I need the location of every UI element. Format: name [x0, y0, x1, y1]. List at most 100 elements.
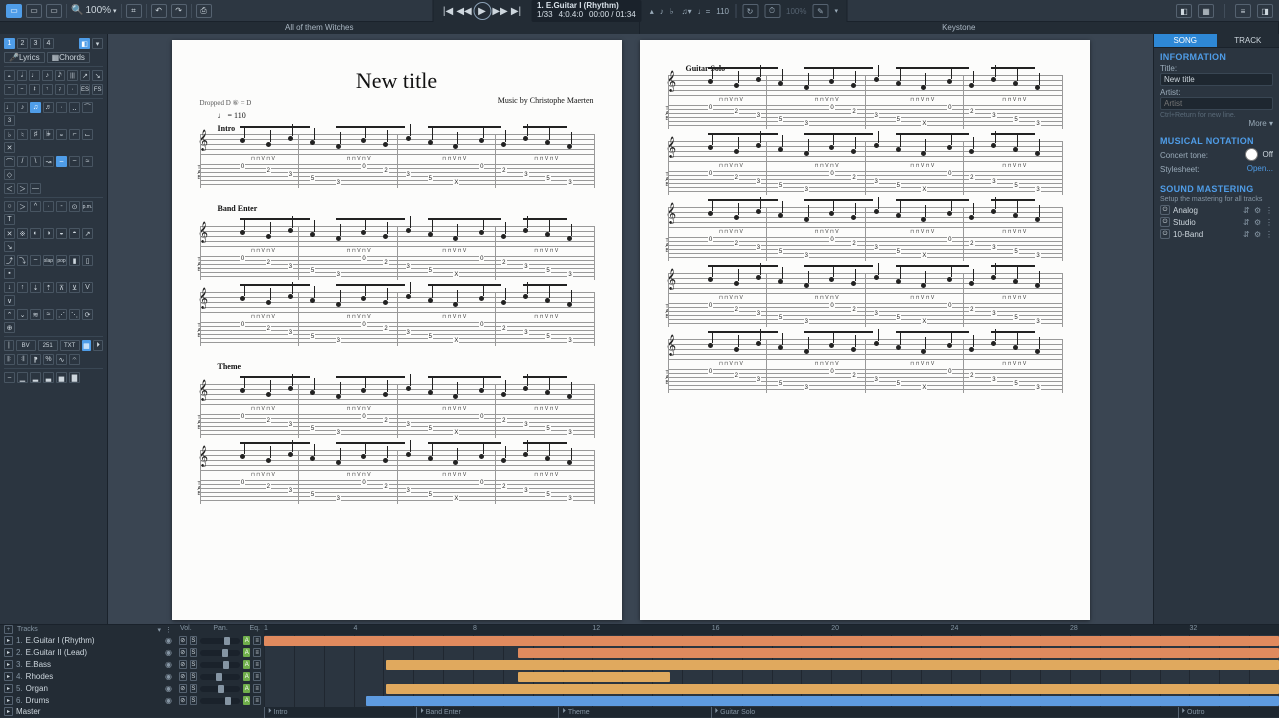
fx-accent[interactable]: ＞ — [17, 201, 28, 212]
clip[interactable] — [386, 660, 1279, 670]
tab-song[interactable]: SONG — [1154, 34, 1217, 48]
dyn-bars-2[interactable]: ▂ — [30, 372, 41, 383]
staff-system[interactable]: 𝄞TAB023530235X02353⊓ ⊓ V ⊓ V⊓ ⊓ V ⊓ V⊓ ⊓… — [200, 384, 594, 438]
swap-icon[interactable]: ⇵ — [1243, 218, 1251, 227]
fx-row4-g[interactable]: V — [82, 282, 93, 293]
fx-row5-g[interactable]: ⟳ — [82, 309, 93, 320]
more-icon[interactable]: ⋮ — [1265, 218, 1273, 227]
chords-button[interactable]: ▦Chords — [47, 52, 90, 63]
tool-bend[interactable]: ↝ — [43, 156, 54, 167]
fx-x2[interactable]: ※ — [17, 228, 28, 239]
visibility-icon[interactable]: ◉ — [165, 684, 172, 693]
track-lane[interactable] — [264, 695, 1279, 707]
page-tab-1[interactable]: 1 — [4, 38, 15, 49]
section-marker[interactable]: ⏵Band Enter — [416, 707, 461, 718]
master-icon[interactable]: ▸ — [4, 707, 13, 716]
key-icon[interactable]: ♭ — [670, 7, 674, 16]
fx-row5-b[interactable]: ⌄ — [17, 309, 28, 320]
keyboard-button[interactable]: ▦ — [1198, 4, 1214, 18]
rpt-tool-a[interactable]: 𝄆 — [4, 354, 15, 365]
tab-track[interactable]: TRACK — [1217, 34, 1279, 48]
tool-rest-2[interactable]: 𝄼 — [17, 84, 28, 95]
fx-row3-a[interactable]: ⤴ — [4, 255, 15, 266]
acc-dblflat[interactable]: 𝄫 — [43, 129, 54, 140]
solo-button[interactable]: S — [190, 648, 198, 657]
tool-rest-16[interactable]: 𝄿 — [55, 84, 66, 95]
solo-button[interactable]: S — [190, 672, 198, 681]
staff-system[interactable]: 𝄞TAB023530235X02353⊓ ⊓ V ⊓ V⊓ ⊓ V ⊓ V⊓ ⊓… — [668, 339, 1062, 393]
visibility-icon[interactable]: ◉ — [165, 696, 172, 705]
fx-row4-c[interactable]: ⇣ — [30, 282, 41, 293]
view-page-button[interactable]: ▭ — [6, 4, 22, 18]
fx-misc-f[interactable]: ↘ — [4, 241, 15, 252]
dur-5[interactable]: · — [56, 102, 67, 113]
staff-system[interactable]: 𝄞TAB023530235X02353⊓ ⊓ V ⊓ V⊓ ⊓ V ⊓ V⊓ ⊓… — [668, 75, 1062, 129]
loop-button[interactable]: ↻ — [742, 4, 758, 18]
staff-system[interactable]: 𝄞TAB023530235X02353⊓ ⊓ V ⊓ V⊓ ⊓ V ⊓ V⊓ ⊓… — [200, 226, 594, 280]
volume-fader[interactable] — [200, 674, 240, 680]
section-marker[interactable]: ⏵Guitar Solo — [711, 707, 756, 718]
palette-misc-3[interactable]: ✕ — [4, 142, 15, 153]
fx-misc-a[interactable]: ◐ — [30, 228, 41, 239]
tool-slide-up[interactable]: / — [17, 156, 28, 167]
track-name[interactable]: E.Guitar II (Lead) — [26, 648, 162, 657]
track-tools-icon[interactable]: ⋮ — [165, 626, 172, 634]
palette-misc-2[interactable]: ⌙ — [82, 129, 93, 140]
bv-tool[interactable]: BV — [16, 340, 36, 351]
track-lane[interactable] — [264, 683, 1279, 695]
fx-staccato[interactable]: · — [43, 201, 54, 212]
volume-fader[interactable] — [200, 698, 240, 704]
fx-row4-a[interactable]: ↓ — [4, 282, 15, 293]
tool-slide-down[interactable]: \ — [30, 156, 41, 167]
fx-row3-b[interactable]: ⤵ — [17, 255, 28, 266]
staff-system[interactable]: 𝄞TAB023530235X02353⊓ ⊓ V ⊓ V⊓ ⊓ V ⊓ V⊓ ⊓… — [668, 273, 1062, 327]
add-track-button[interactable]: + — [4, 625, 13, 634]
acc-nat[interactable]: ♮ — [17, 129, 28, 140]
timeline-ruler[interactable]: 148121620242832 — [264, 625, 1279, 635]
tool-vibrato[interactable]: ~ — [69, 156, 80, 167]
fx-misc-c[interactable]: ◒ — [56, 228, 67, 239]
chord-diagram-tool[interactable]: ▦ — [82, 340, 92, 351]
acc-flat[interactable]: ♭ — [4, 129, 15, 140]
section-marker[interactable]: ⏵Theme — [558, 707, 589, 718]
track-lane[interactable] — [264, 671, 1279, 683]
clip[interactable] — [264, 636, 1279, 646]
visibility-icon[interactable]: ◉ — [165, 648, 172, 657]
rewind-start-button[interactable]: |◀ — [441, 4, 455, 18]
track-color-icon[interactable]: ▸ — [4, 672, 13, 681]
palette-toggle[interactable]: ◧ — [79, 38, 90, 49]
swap-icon[interactable]: ⇵ — [1243, 230, 1251, 239]
track-name[interactable]: E.Bass — [26, 660, 162, 669]
dyn-ppp[interactable]: ⎯ — [4, 372, 15, 383]
solo-button[interactable]: S — [190, 696, 198, 705]
print-button[interactable]: ⎙ — [196, 4, 212, 18]
redo-button[interactable]: ↷ — [171, 4, 187, 18]
fx-ghost[interactable]: ○ — [4, 201, 15, 212]
fx-pop[interactable]: pop — [56, 255, 67, 266]
clip[interactable] — [366, 696, 1279, 706]
more-link[interactable]: More ▾ — [1160, 119, 1273, 128]
rpt-tool-d[interactable]: % — [43, 354, 54, 365]
eq-icon[interactable]: ≡ — [253, 636, 261, 645]
track-name[interactable]: E.Guitar I (Rhythm) — [26, 636, 162, 645]
fx-row3-g[interactable]: ▯ — [82, 255, 93, 266]
track-lane[interactable] — [264, 647, 1279, 659]
txt-tool[interactable]: TXT — [60, 340, 80, 351]
tool-dot[interactable]: · — [67, 84, 78, 95]
solo-button[interactable]: S — [190, 636, 198, 645]
automation-button[interactable]: A — [243, 684, 250, 693]
fx-misc-e[interactable]: ↗ — [82, 228, 93, 239]
stylesheet-open-link[interactable]: Open... — [1247, 164, 1273, 173]
speed-display[interactable]: 100% — [786, 7, 806, 16]
fx-row5-c[interactable]: ≋ — [30, 309, 41, 320]
power-icon[interactable]: ⏻ — [1160, 205, 1170, 215]
volume-fader[interactable] — [200, 650, 240, 656]
tempo-value[interactable]: 110 — [716, 7, 729, 16]
fx-heavy[interactable]: ^ — [30, 201, 41, 212]
title-input[interactable] — [1160, 73, 1273, 86]
dur-tie[interactable]: ⁀ — [82, 102, 93, 113]
dyn-bars-4[interactable]: ▅ — [56, 372, 67, 383]
tool-whole-note[interactable]: 𝅝 — [4, 70, 15, 81]
concert-tone-radio[interactable] — [1245, 148, 1258, 161]
tool-eighth-note[interactable]: ♪ — [42, 70, 53, 81]
